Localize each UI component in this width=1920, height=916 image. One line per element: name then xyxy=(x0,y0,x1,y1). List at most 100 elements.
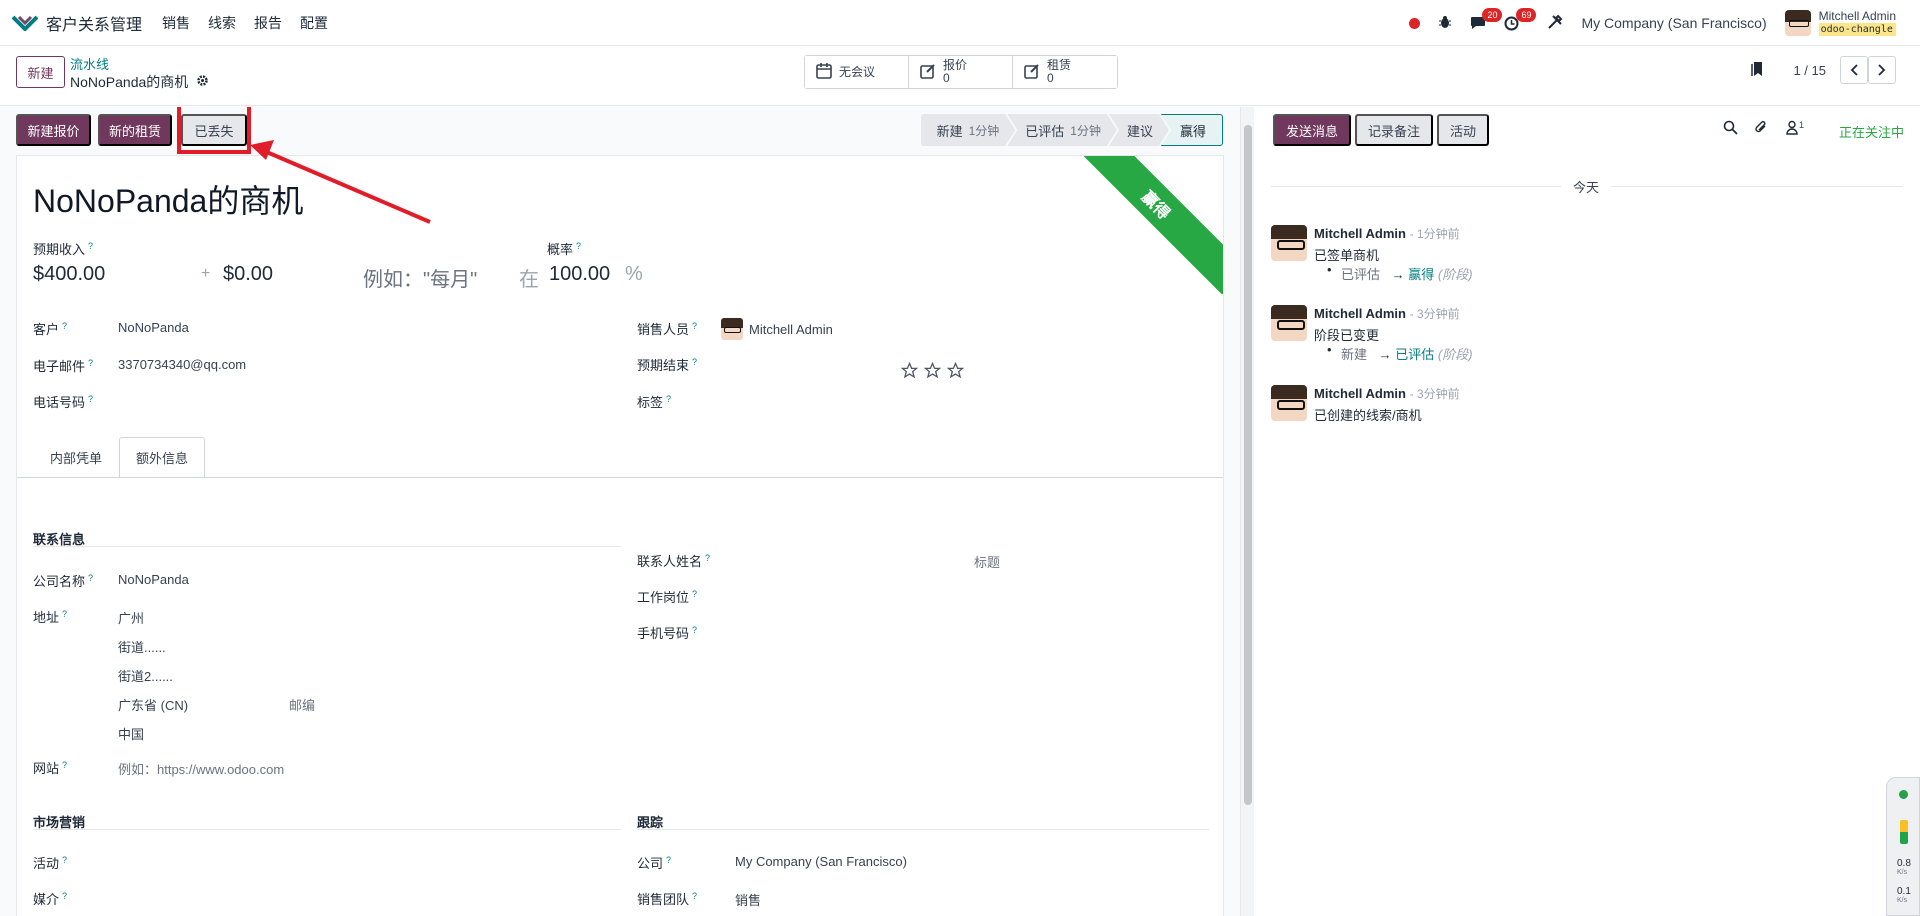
tab-internal-notes[interactable]: 内部凭单 xyxy=(33,437,119,477)
user-menu[interactable]: Mitchell Admin odoo-changle xyxy=(1784,10,1896,36)
tab-extra-info[interactable]: 额外信息 xyxy=(119,437,206,477)
send-message-button[interactable]: 发送消息 xyxy=(1273,114,1351,146)
messages-badge: 20 xyxy=(1482,8,1503,22)
company-switcher[interactable]: My Company (San Francisco) xyxy=(1581,15,1766,31)
street-field[interactable]: 街道...... xyxy=(118,637,166,656)
help-icon: ? xyxy=(576,240,582,251)
author-avatar[interactable] xyxy=(1271,385,1307,421)
navbar-right: 20 69 My Company (San Francisco) Mitchel… xyxy=(1409,0,1896,46)
stage-new[interactable]: 新建 1分钟 xyxy=(921,114,1016,146)
tracking-old: 新建 xyxy=(1341,347,1368,362)
network-speed-widget[interactable]: 0.8 K/s 0.1 K/s xyxy=(1886,777,1920,916)
new-quotation-button[interactable]: 新建报价 xyxy=(16,114,91,146)
scrollbar-thumb[interactable] xyxy=(1244,125,1252,805)
tracking-value: • 新建 → 已评估 (阶段) xyxy=(1327,342,1473,363)
stage-duration: 1分钟 xyxy=(1070,123,1101,138)
annotation-highlight-box xyxy=(177,107,251,154)
download-speed: 0.1 xyxy=(1897,886,1911,897)
company-field[interactable]: My Company (San Francisco) xyxy=(735,854,907,869)
message-author[interactable]: Mitchell Admin xyxy=(1314,306,1406,321)
customer-field[interactable]: NoNoPanda xyxy=(118,320,189,335)
star-icon[interactable] xyxy=(900,361,919,382)
gear-icon[interactable] xyxy=(196,74,209,90)
form-scrollbar[interactable] xyxy=(1240,107,1254,916)
upload-unit: K/s xyxy=(1897,869,1908,876)
menu-sales[interactable]: 销售 xyxy=(162,13,190,33)
pencil-square-icon xyxy=(919,62,937,83)
level-bar-icon xyxy=(1900,820,1908,844)
street2-field[interactable]: 街道2...... xyxy=(118,666,173,685)
state-field[interactable]: 广东省 (CN) xyxy=(118,695,188,714)
message-author[interactable]: Mitchell Admin xyxy=(1314,226,1406,241)
status-dot-icon[interactable] xyxy=(1409,17,1421,29)
sales-team-field[interactable]: 销售 xyxy=(735,890,761,909)
medium-label: 媒介? xyxy=(33,890,68,907)
tools-icon[interactable] xyxy=(1547,14,1563,33)
menu-leads[interactable]: 线索 xyxy=(208,13,236,33)
title-field[interactable]: 标题 xyxy=(974,552,1000,571)
contact-name-label: 联系人姓名? xyxy=(637,552,711,569)
city-field[interactable]: 广州 xyxy=(118,608,144,627)
email-field[interactable]: 3370734340@qq.com xyxy=(118,357,246,372)
app-logo-icon[interactable] xyxy=(11,15,39,32)
tracking-old: 已评估 xyxy=(1341,267,1381,282)
quotations-smart-button[interactable]: 报价 0 xyxy=(909,56,1013,88)
app-name[interactable]: 客户关系管理 xyxy=(46,11,142,35)
at-label: 在 xyxy=(519,269,539,291)
phone-label: 电话号码? xyxy=(33,393,94,410)
message-author[interactable]: Mitchell Admin xyxy=(1314,386,1406,401)
pager-next-button[interactable] xyxy=(1868,56,1896,84)
paperclip-icon[interactable] xyxy=(1754,120,1769,138)
breadcrumb-pipeline[interactable]: 流水线 xyxy=(70,54,109,73)
section-divider xyxy=(33,546,621,547)
star-icon[interactable] xyxy=(923,361,942,382)
website-field[interactable]: 例如：https://www.odoo.com xyxy=(118,759,284,778)
main-menu: 销售 线索 报告 配置 xyxy=(156,13,340,33)
upload-speed: 0.8 xyxy=(1897,858,1911,869)
salesperson-avatar xyxy=(721,318,743,340)
followers-icon[interactable]: 1 xyxy=(1785,120,1804,138)
salesperson-field[interactable]: Mitchell Admin xyxy=(721,318,833,340)
opportunity-name[interactable]: NoNoPanda的商机 xyxy=(33,176,303,222)
sales-team-label: 销售团队? xyxy=(637,890,698,907)
priority-stars xyxy=(900,361,965,382)
stage-qualified[interactable]: 已评估 1分钟 xyxy=(1007,114,1117,146)
green-dot-icon xyxy=(1899,790,1908,799)
menu-config[interactable]: 配置 xyxy=(300,13,328,33)
probability-input[interactable]: 100.00 xyxy=(549,263,610,286)
following-button[interactable]: 正在关注中 xyxy=(1839,122,1904,141)
chevron-left-icon xyxy=(1850,64,1858,76)
pager-prev-button[interactable] xyxy=(1840,56,1868,84)
search-icon[interactable] xyxy=(1723,120,1738,138)
message-time: - 1分钟前 xyxy=(1409,227,1460,241)
recurring-plan-input[interactable]: 例如："每月" xyxy=(363,263,477,292)
new-record-button[interactable]: 新建 xyxy=(16,56,65,88)
tracking-new: 已评估 xyxy=(1395,347,1435,362)
rental-smart-button[interactable]: 租赁 0 xyxy=(1013,56,1117,88)
company-name-field[interactable]: NoNoPanda xyxy=(118,572,189,587)
tracking-field: (阶段) xyxy=(1437,267,1473,282)
country-field[interactable]: 中国 xyxy=(118,724,144,743)
activities-clock-icon[interactable]: 69 xyxy=(1504,7,1537,31)
log-note-button[interactable]: 记录备注 xyxy=(1355,114,1433,146)
activity-button[interactable]: 活动 xyxy=(1437,114,1489,146)
author-avatar[interactable] xyxy=(1271,305,1307,341)
author-avatar[interactable] xyxy=(1271,225,1307,261)
zip-field[interactable]: 邮编 xyxy=(289,695,315,714)
pager-value[interactable]: 1 / 15 xyxy=(1793,63,1826,78)
top-navbar: 客户关系管理 销售 线索 报告 配置 20 69 My Company (San… xyxy=(0,0,1920,46)
bookmark-icon[interactable] xyxy=(1751,61,1765,80)
pencil-square-icon xyxy=(1023,62,1041,83)
meetings-smart-button[interactable]: 无会议 xyxy=(805,56,909,88)
expected-revenue-input[interactable]: $400.00 xyxy=(33,263,105,286)
menu-reports[interactable]: 报告 xyxy=(254,13,282,33)
messages-icon[interactable]: 20 xyxy=(1470,8,1503,30)
new-rental-button[interactable]: 新的租赁 xyxy=(98,114,172,146)
mobile-label: 手机号码? xyxy=(637,624,698,641)
star-icon[interactable] xyxy=(946,361,965,382)
bug-icon[interactable] xyxy=(1438,15,1452,32)
arrow-right-icon: → xyxy=(1378,347,1392,362)
recurring-revenue-input[interactable]: $0.00 xyxy=(223,263,273,286)
stage-proposition[interactable]: 建议 xyxy=(1109,114,1169,146)
stage-won[interactable]: 赢得 xyxy=(1160,114,1223,146)
